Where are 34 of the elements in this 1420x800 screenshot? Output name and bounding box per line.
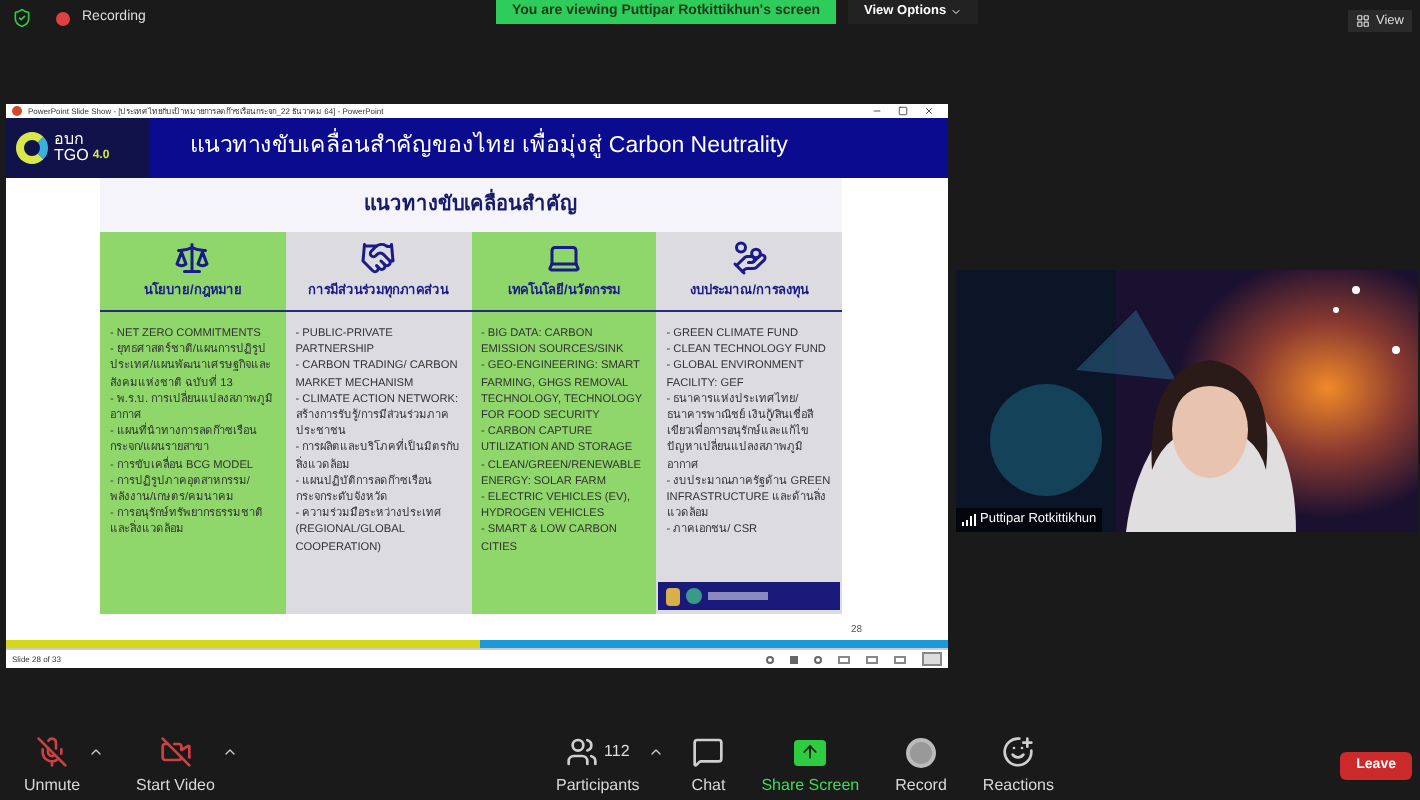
laptop-icon <box>545 240 582 277</box>
logo-ring-icon <box>16 132 48 164</box>
toolbar-button[interactable]: Unmute <box>16 736 89 798</box>
grid-icon <box>1356 14 1371 28</box>
slide-subtitle: แนวทางขับเคลื่อนสำคัญ <box>364 190 578 220</box>
toolbar-button[interactable]: Start Video <box>128 736 223 798</box>
video-off-icon <box>159 736 192 768</box>
chat-icon <box>692 736 725 768</box>
logo-text: TGO <box>54 148 89 164</box>
toolbar-button[interactable]: Share Screen <box>753 736 868 798</box>
caret-icon[interactable] <box>222 744 239 760</box>
security-shield-icon[interactable] <box>12 8 32 29</box>
toolbar-button[interactable]: 112 Participants <box>548 736 648 798</box>
share-screen-icon <box>794 739 827 765</box>
scales-icon <box>174 240 211 277</box>
signal-bars-icon <box>962 514 976 527</box>
muted-mic-icon <box>36 736 68 768</box>
record-icon <box>906 737 937 767</box>
participants-icon <box>566 736 599 768</box>
toolbar-button[interactable]: Record <box>887 736 955 798</box>
caret-icon[interactable] <box>88 744 105 760</box>
handshake-icon <box>360 240 397 277</box>
money-hand-icon <box>731 240 768 277</box>
caret-icon[interactable] <box>647 744 664 760</box>
restore-icon[interactable] <box>898 106 908 116</box>
toolbar-button[interactable]: Chat <box>683 736 734 798</box>
caret-icon <box>950 6 963 18</box>
reactions-icon <box>1002 736 1035 768</box>
participant-count: 112 <box>604 740 630 764</box>
toolbar-button[interactable]: Reactions <box>974 736 1062 798</box>
powerpoint-icon <box>12 106 22 116</box>
logo-text: อบก <box>54 132 86 148</box>
slide-title: แนวทางขับเคลื่อนสำคัญของไทย เพื่อมุ่งสู่ Carbon Neutrality <box>190 130 788 166</box>
view-controls-icon[interactable] <box>766 652 942 666</box>
